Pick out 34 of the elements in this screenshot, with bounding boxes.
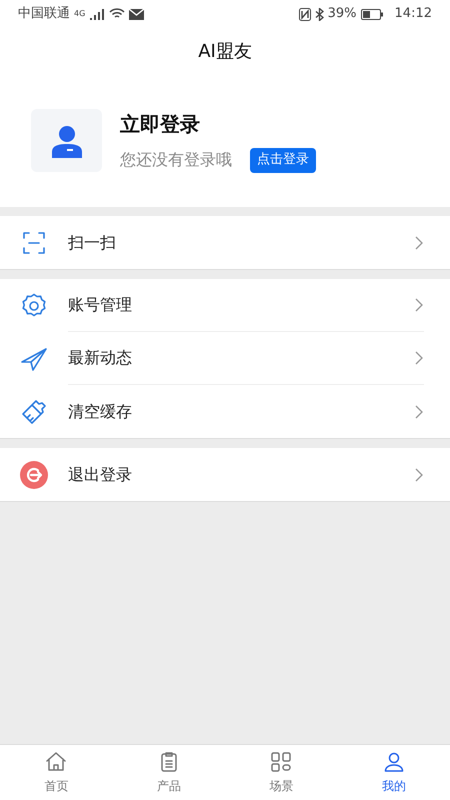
mail-icon [129, 8, 144, 20]
home-icon [44, 750, 68, 774]
time-text: 14:12 [394, 5, 432, 24]
menu-item[interactable]: 清空缓存 [68, 400, 132, 424]
bluetooth-icon [314, 8, 324, 20]
grid-icon [269, 750, 294, 774]
signal-icon [89, 8, 106, 20]
user-icon [50, 124, 84, 158]
chevron-right-icon [414, 298, 424, 312]
login-hint: 您还没有登录哦 [120, 149, 232, 171]
settings-icon [20, 292, 48, 320]
menu-item[interactable]: 最新动态 [68, 346, 132, 370]
menu-item[interactable]: 账号管理 [68, 293, 132, 317]
wifi-icon [109, 8, 126, 20]
nav-tab[interactable]: 产品 [112, 745, 225, 800]
chevron-right-icon [414, 468, 424, 482]
brush-icon [20, 398, 48, 426]
nfc-icon [298, 8, 311, 20]
page-title: AI盟友 [198, 40, 252, 64]
nav-tab[interactable]: 首页 [0, 745, 112, 800]
nav-tab[interactable]: 场景 [225, 745, 338, 800]
chevron-right-icon [414, 404, 424, 418]
login-button[interactable]: 点击登录 [250, 148, 316, 172]
battery-text: 39% [328, 5, 357, 24]
network-text: 4G [74, 8, 86, 20]
battery-icon [360, 8, 383, 20]
chevron-right-icon [414, 351, 424, 365]
menu-item[interactable]: 扫一扫 [68, 230, 116, 254]
nav-tab[interactable]: 我的 [338, 745, 450, 800]
profile-name: 立即登录 [120, 110, 201, 138]
chevron-right-icon [414, 236, 424, 250]
menu-item[interactable]: 退出登录 [68, 462, 132, 486]
carrier-text: 中国联通 [18, 5, 70, 24]
logout-icon [20, 460, 48, 488]
